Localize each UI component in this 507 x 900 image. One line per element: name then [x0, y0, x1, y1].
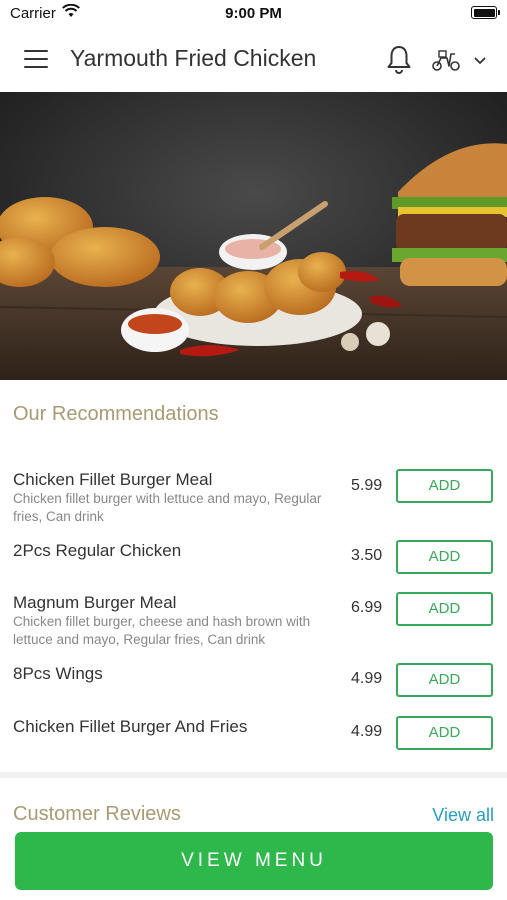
- list-item: 2Pcs Regular Chicken 3.50 ADD: [13, 540, 493, 574]
- hamburger-menu-icon[interactable]: [24, 50, 48, 68]
- add-button[interactable]: ADD: [396, 592, 493, 626]
- item-price: 5.99: [351, 477, 383, 494]
- view-all-reviews-link[interactable]: View all: [432, 805, 494, 826]
- item-description: Chicken fillet burger, cheese and hash b…: [13, 614, 311, 647]
- item-price: 6.99: [351, 599, 383, 616]
- view-menu-button[interactable]: VIEW MENU: [15, 832, 493, 890]
- add-button[interactable]: ADD: [396, 540, 493, 574]
- page-title: Yarmouth Fried Chicken: [70, 45, 317, 71]
- add-button[interactable]: ADD: [396, 663, 493, 697]
- chevron-down-icon[interactable]: [472, 52, 488, 68]
- status-bar: Carrier 9:00 PM: [0, 0, 507, 28]
- item-price: 4.99: [351, 723, 383, 740]
- list-item: Chicken Fillet Burger Meal Chicken fille…: [13, 469, 493, 526]
- hero-banner-image: [0, 92, 507, 380]
- customer-reviews-heading: Customer Reviews: [13, 803, 181, 825]
- list-item: Chicken Fillet Burger And Fries 4.99 ADD: [13, 716, 493, 750]
- item-price: 4.99: [351, 670, 383, 687]
- clock: 9:00 PM: [225, 5, 282, 22]
- add-button[interactable]: ADD: [396, 469, 493, 503]
- delivery-scooter-icon[interactable]: [431, 48, 461, 72]
- battery-icon: [471, 6, 500, 19]
- add-button[interactable]: ADD: [396, 716, 493, 750]
- list-item: 8Pcs Wings 4.99 ADD: [13, 663, 493, 697]
- bell-icon[interactable]: [385, 44, 413, 74]
- section-divider: [0, 772, 507, 778]
- item-description: Chicken fillet burger with lettuce and m…: [13, 491, 322, 524]
- list-item: Magnum Burger Meal Chicken fillet burger…: [13, 592, 493, 649]
- recommendations-heading: Our Recommendations: [13, 403, 219, 425]
- app-header: Yarmouth Fried Chicken: [0, 28, 507, 92]
- item-price: 3.50: [351, 547, 383, 564]
